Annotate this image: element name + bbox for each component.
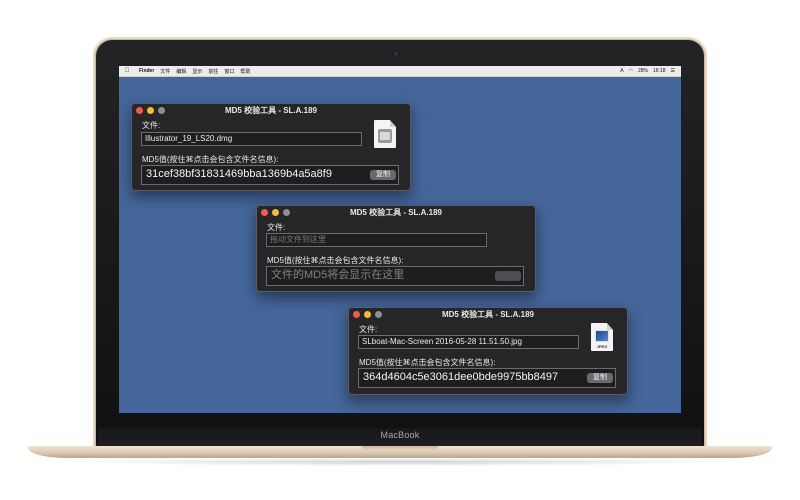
copy-button[interactable]: 复制: [370, 170, 396, 180]
window-title: MD5 校验工具 - SL.A.189: [224, 106, 317, 115]
md5-window-2: MD5 校验工具 - SL.A.189 文件: 拖动文件到这里 MD5值(按住⌘…: [256, 205, 536, 292]
title-bar[interactable]: MD5 校验工具 - SL.A.189: [349, 308, 627, 320]
file-field[interactable]: SLboat-Mac-Screen 2016-05-28 11.51.50.jp…: [358, 335, 579, 349]
menu-help[interactable]: 帮助: [240, 68, 250, 75]
dmg-file-icon: [374, 120, 396, 148]
file-label: 文件:: [267, 223, 286, 232]
file-field[interactable]: 拖动文件到这里: [266, 233, 487, 247]
menu-edit[interactable]: 编辑: [176, 68, 186, 75]
apple-icon[interactable]: : [125, 68, 133, 74]
md5-window-1: MD5 校验工具 - SL.A.189 文件: Illustrator_19_L…: [131, 103, 411, 191]
copy-button[interactable]: 复制: [495, 271, 521, 281]
md5-value-field[interactable]: 364d4604c5e3061dee0bde9975bb8497: [358, 368, 616, 388]
md5-value-field[interactable]: 31cef38bf31831469bba1369b4a5a8f9: [141, 165, 399, 185]
md5-window-3: MD5 校验工具 - SL.A.189 文件: SLboat-Mac-Scree…: [348, 307, 628, 395]
menu-window[interactable]: 窗口: [224, 68, 234, 75]
camera-icon: [393, 51, 399, 57]
title-bar[interactable]: MD5 校验工具 - SL.A.189: [257, 206, 535, 218]
md5-value-field[interactable]: 文件的MD5将会显示在这里: [266, 266, 524, 286]
menu-go[interactable]: 前往: [208, 68, 218, 75]
md5-label: MD5值(按住⌘点击会包含文件名信息):: [267, 256, 404, 265]
battery-indicator[interactable]: 28%: [638, 68, 648, 74]
menu-file[interactable]: 文件: [160, 68, 170, 75]
md5-label: MD5值(按住⌘点击会包含文件名信息):: [359, 358, 496, 367]
window-title: MD5 校验工具 - SL.A.189: [441, 310, 534, 319]
wifi-icon[interactable]: ◠: [629, 68, 633, 74]
brand-label: MacBook: [380, 430, 420, 440]
file-extension-label: JPEG: [596, 344, 608, 349]
status-area: A ◠ 28% 16:18 ☰: [615, 68, 675, 74]
screen:  Finder 文件 编辑 显示 前往 窗口 帮助 A ◠ 28% 16:18…: [119, 66, 681, 413]
file-field[interactable]: Illustrator_19_LS20.dmg: [141, 132, 362, 146]
file-label: 文件:: [359, 325, 378, 334]
menu-list-icon[interactable]: ☰: [671, 68, 675, 74]
menu-finder[interactable]: Finder: [139, 68, 154, 74]
laptop-shadow: [60, 458, 740, 466]
laptop-notch: [362, 446, 438, 451]
clock[interactable]: 16:18: [653, 68, 666, 74]
file-label: 文件:: [142, 121, 161, 130]
md5-label: MD5值(按住⌘点击会包含文件名信息):: [142, 155, 279, 164]
title-bar[interactable]: MD5 校验工具 - SL.A.189: [132, 104, 410, 116]
jpeg-file-icon: JPEG: [591, 323, 613, 351]
menu-view[interactable]: 显示: [192, 68, 202, 75]
input-source-icon[interactable]: A: [620, 68, 623, 74]
window-title: MD5 校验工具 - SL.A.189: [349, 208, 442, 217]
menu-bar:  Finder 文件 编辑 显示 前往 窗口 帮助 A ◠ 28% 16:18…: [119, 66, 681, 77]
copy-button[interactable]: 复制: [587, 373, 613, 383]
